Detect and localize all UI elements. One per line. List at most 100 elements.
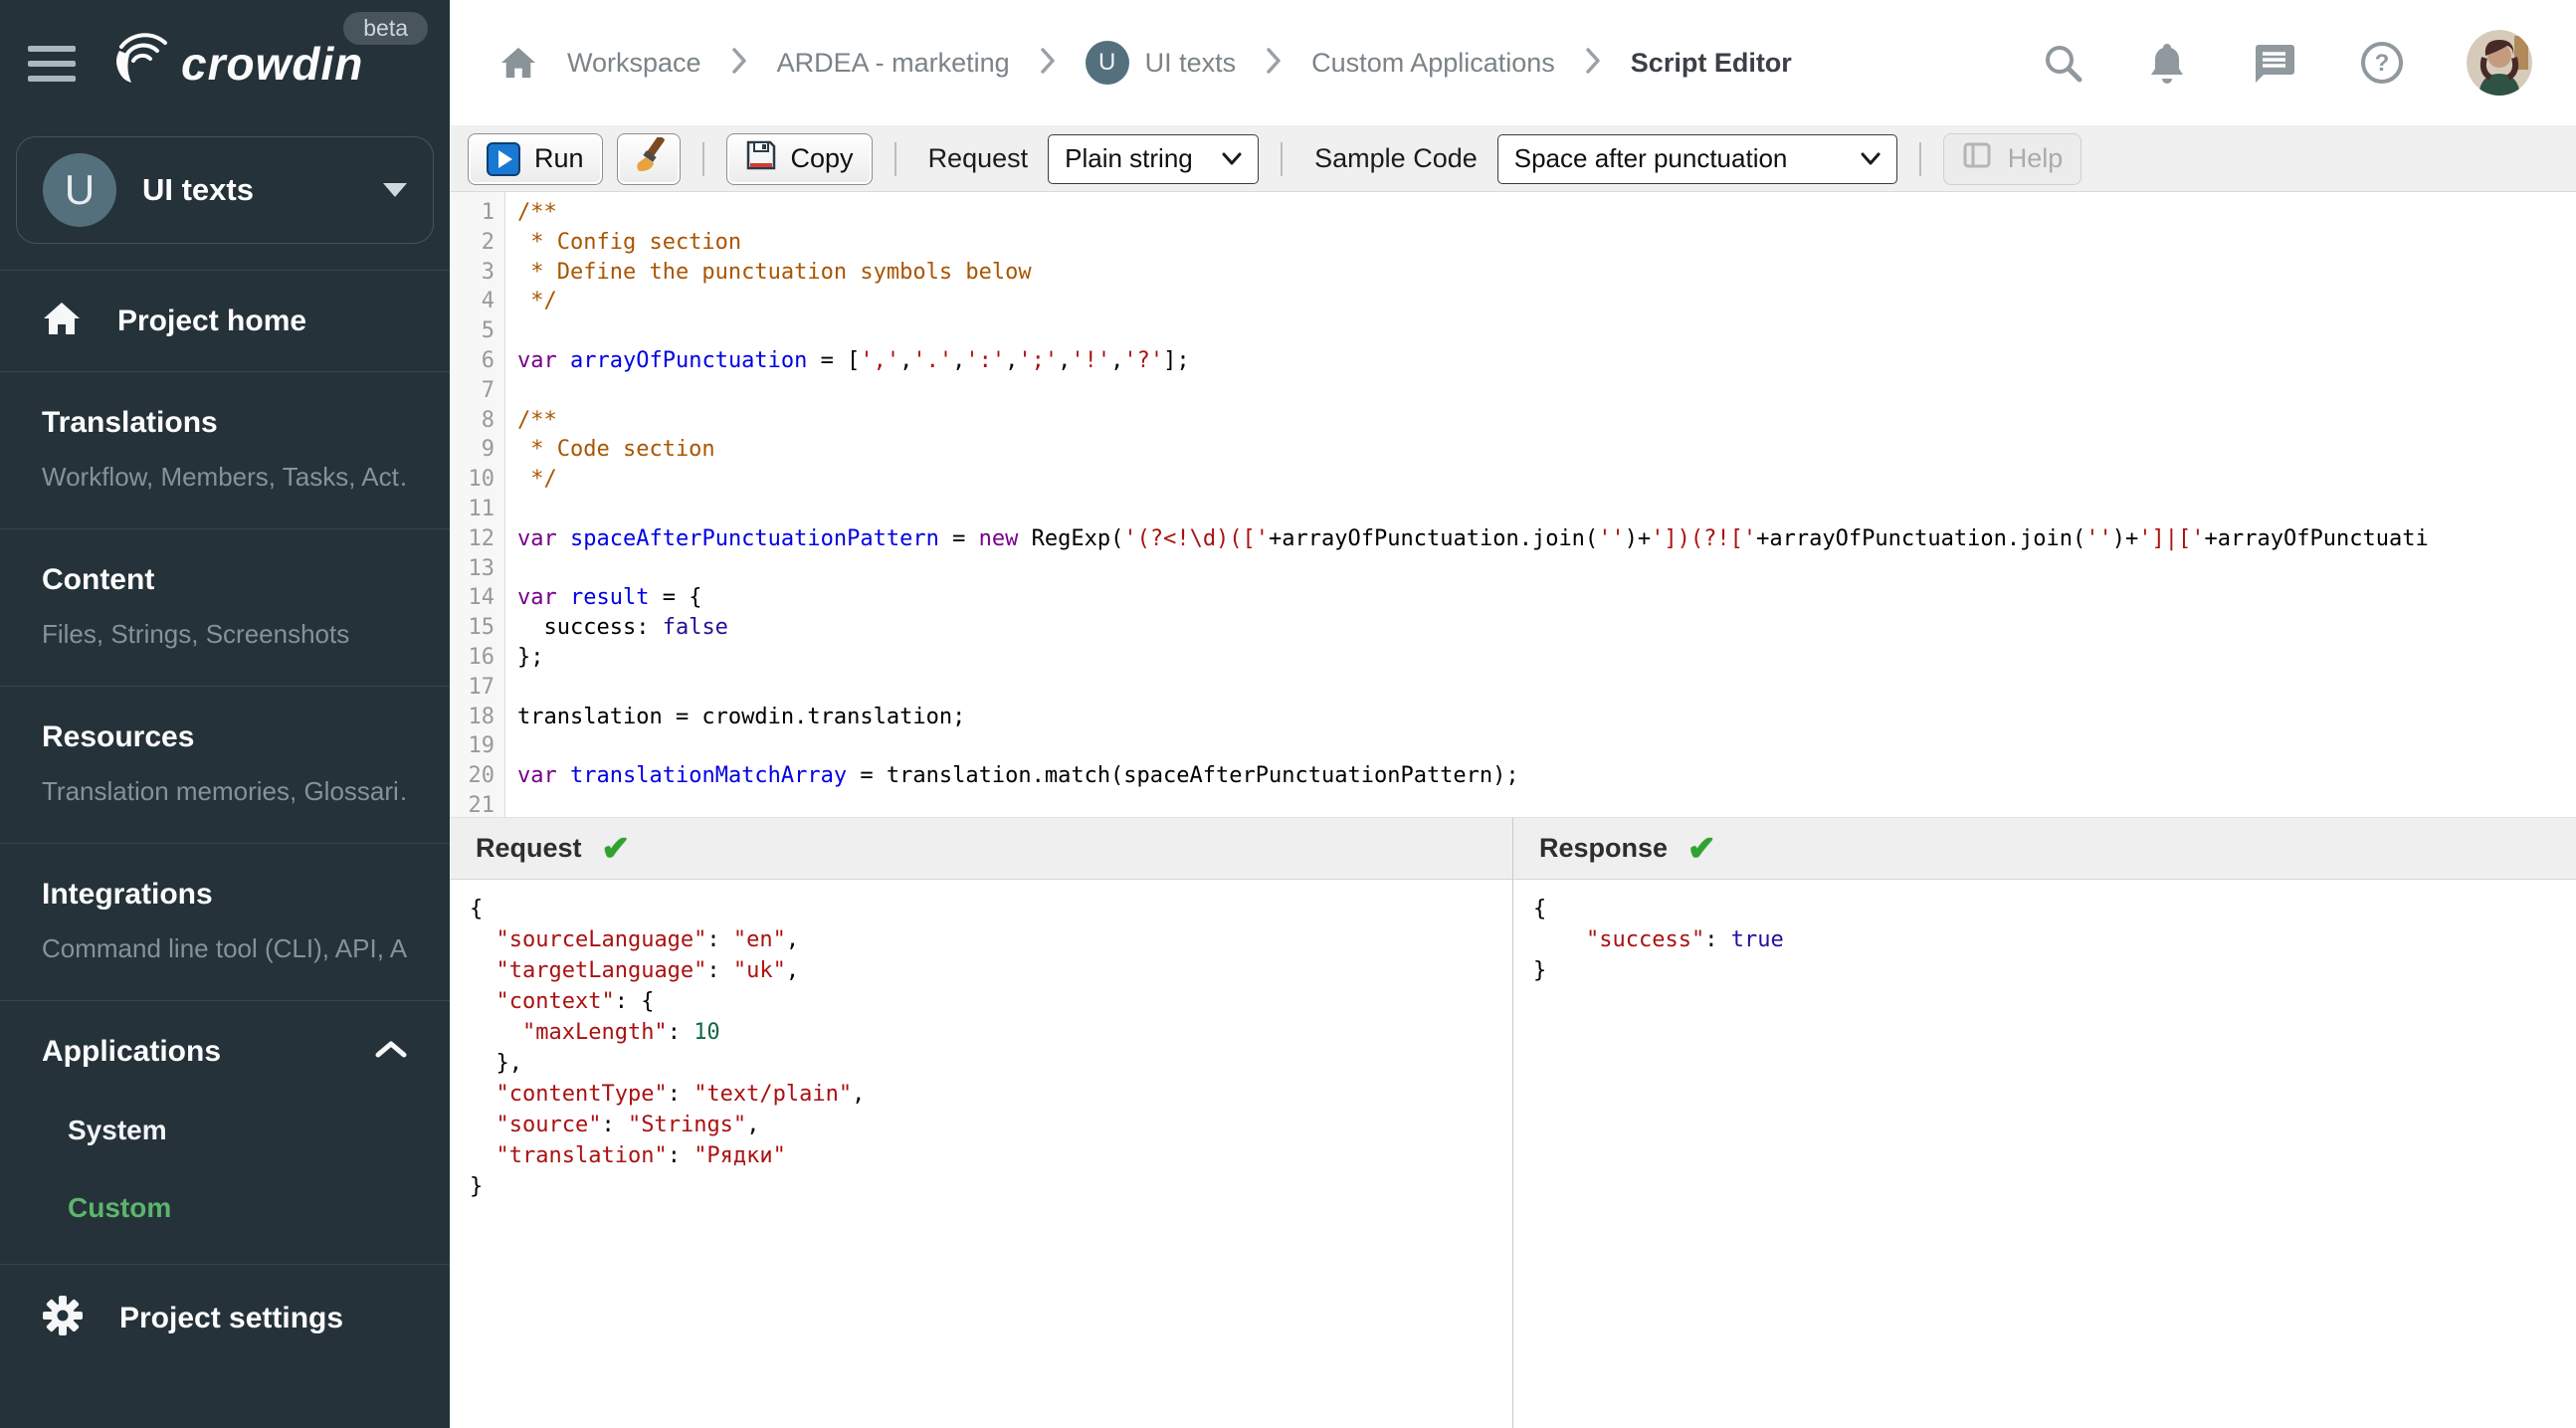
- clear-format-button[interactable]: [616, 132, 681, 185]
- sidebar-item-custom-apps[interactable]: Custom: [68, 1192, 408, 1224]
- code-token: "source": [495, 1113, 602, 1137]
- code-token: : {: [614, 989, 655, 1014]
- chevron-right-icon: [1266, 47, 1282, 80]
- code-token: :: [706, 927, 733, 952]
- code-token: ,: [746, 1113, 760, 1137]
- breadcrumb-item-ui-texts[interactable]: U UI texts: [1085, 41, 1236, 85]
- code-line: /**: [517, 198, 2576, 228]
- gear-icon: [42, 1295, 84, 1341]
- line-number: 18: [468, 704, 495, 729]
- breadcrumb-item-custom-applications[interactable]: Custom Applications: [1311, 48, 1555, 79]
- line-number: 15: [468, 615, 495, 641]
- crowdin-logo[interactable]: crowdin: [109, 33, 363, 94]
- code-token: '!': [1071, 347, 1111, 373]
- sidebar-item-integrations[interactable]: Integrations Command line tool (CLI), AP…: [0, 844, 450, 1000]
- user-avatar[interactable]: [2467, 30, 2532, 96]
- code-token: '.': [912, 347, 953, 373]
- applications-items: System Custom: [42, 1115, 408, 1224]
- sidebar-item-translations[interactable]: Translations Workflow, Members, Tasks, A…: [0, 372, 450, 528]
- code-token: "translation": [495, 1143, 668, 1168]
- breadcrumb-home[interactable]: [499, 46, 537, 80]
- code-token: = translation.match(spaceAfterPunctuatio…: [847, 763, 1519, 789]
- project-avatar: U: [43, 153, 116, 227]
- toolbar-separator: [701, 141, 704, 176]
- line-number: 21: [468, 792, 495, 817]
- sidebar-item-system-apps[interactable]: System: [68, 1115, 408, 1146]
- code-token: * Define the punctuation symbols below: [517, 259, 1032, 285]
- code-line: /**: [517, 406, 2576, 436]
- top-header: Workspace ARDEA - marketing U UI texts C…: [450, 0, 2576, 126]
- search-icon[interactable]: [2041, 41, 2084, 85]
- chevron-down-icon: [383, 183, 407, 197]
- breadcrumb-item-project[interactable]: ARDEA - marketing: [777, 48, 1010, 79]
- code-line: */: [517, 287, 2576, 316]
- response-json-viewer: { "success": true}: [1513, 880, 2576, 1428]
- code-line: success: false: [517, 613, 2576, 643]
- copy-button[interactable]: Copy: [725, 132, 873, 185]
- code-token: "sourceLanguage": [495, 927, 707, 952]
- code-line: },: [470, 1048, 1512, 1079]
- crowdin-logo-text: crowdin: [181, 37, 364, 90]
- sidebar-item-project-settings[interactable]: Project settings: [0, 1265, 450, 1371]
- code-token: '': [2085, 525, 2112, 551]
- code-editor[interactable]: 1 2 3 4 5 6 7 8 9 10 11 12 13 14 15 16 17 18 19 20 21 /** * …: [450, 192, 2576, 817]
- help-button[interactable]: Help: [1942, 132, 2082, 185]
- sidebar-item-resources[interactable]: Resources Translation memories, Glossari…: [0, 687, 450, 843]
- section-title: Resources: [42, 720, 195, 753]
- toolbar-separator: [1918, 141, 1921, 176]
- code-line: }: [470, 1171, 1512, 1202]
- project-selector[interactable]: U UI texts: [16, 136, 434, 244]
- sample-code-select[interactable]: Space after punctuation: [1496, 133, 1897, 184]
- sidebar-item-applications[interactable]: Applications: [42, 1035, 408, 1069]
- section-title: Translations: [42, 406, 218, 439]
- hamburger-menu-icon[interactable]: [28, 45, 76, 82]
- line-number: 19: [468, 733, 495, 759]
- code-token: :: [1704, 927, 1731, 952]
- line-number: 20: [468, 763, 495, 789]
- help-icon[interactable]: ?: [2359, 40, 2405, 86]
- project-name: UI texts: [142, 172, 254, 207]
- messages-icon[interactable]: [2250, 41, 2297, 85]
- notifications-bell-icon[interactable]: [2146, 40, 2188, 86]
- breadcrumb-item-workspace[interactable]: Workspace: [567, 48, 701, 79]
- request-panel-title: Request: [476, 833, 582, 863]
- code-line: "contentType": "text/plain",: [470, 1079, 1512, 1110]
- paintbrush-icon: [632, 135, 666, 180]
- code-token: +arrayOfPunctuation.join(: [1756, 525, 2086, 551]
- request-type-select[interactable]: Plain string: [1048, 133, 1260, 184]
- sidebar-item-project-home[interactable]: Project home: [0, 271, 450, 371]
- request-json-editor[interactable]: { "sourceLanguage": "en", "targetLanguag…: [450, 880, 1512, 1428]
- code-token: arrayOfPunctuation: [570, 347, 808, 373]
- run-button[interactable]: Run: [468, 132, 603, 185]
- code-area[interactable]: /** * Config section * Define the punctu…: [505, 192, 2576, 817]
- code-token: translation = crowdin.translation;: [517, 704, 966, 729]
- code-line: var arrayOfPunctuation = [',','.',':',';…: [517, 346, 2576, 376]
- line-number: 4: [481, 289, 495, 314]
- code-token: "text/plain": [694, 1082, 853, 1107]
- sidebar-item-content[interactable]: Content Files, Strings, Screenshots: [0, 529, 450, 686]
- code-token: ,: [785, 927, 800, 952]
- request-panel-header: Request ✔: [450, 818, 1512, 880]
- code-token: }: [1533, 958, 1547, 983]
- line-number: 17: [468, 674, 495, 700]
- code-token: };: [517, 644, 544, 670]
- code-line: "context": {: [470, 986, 1512, 1017]
- section-title: Content: [42, 563, 155, 596]
- request-panel: Request ✔ { "sourceLanguage": "en", "tar…: [450, 818, 1512, 1428]
- sample-code-value: Space after punctuation: [1513, 143, 1788, 173]
- code-token: {: [1533, 897, 1547, 921]
- section-subtitle: Command line tool (CLI), API, A…: [42, 933, 408, 963]
- response-panel: Response ✔ { "success": true}: [1512, 818, 2576, 1428]
- line-number: 14: [468, 585, 495, 611]
- code-token: =: [938, 525, 979, 551]
- code-line: {: [1533, 894, 2576, 924]
- run-button-label: Run: [534, 143, 584, 173]
- header-actions: ?: [2041, 30, 2532, 96]
- floppy-disk-icon: [745, 139, 777, 178]
- code-token: '(?<!\d)([': [1123, 525, 1270, 551]
